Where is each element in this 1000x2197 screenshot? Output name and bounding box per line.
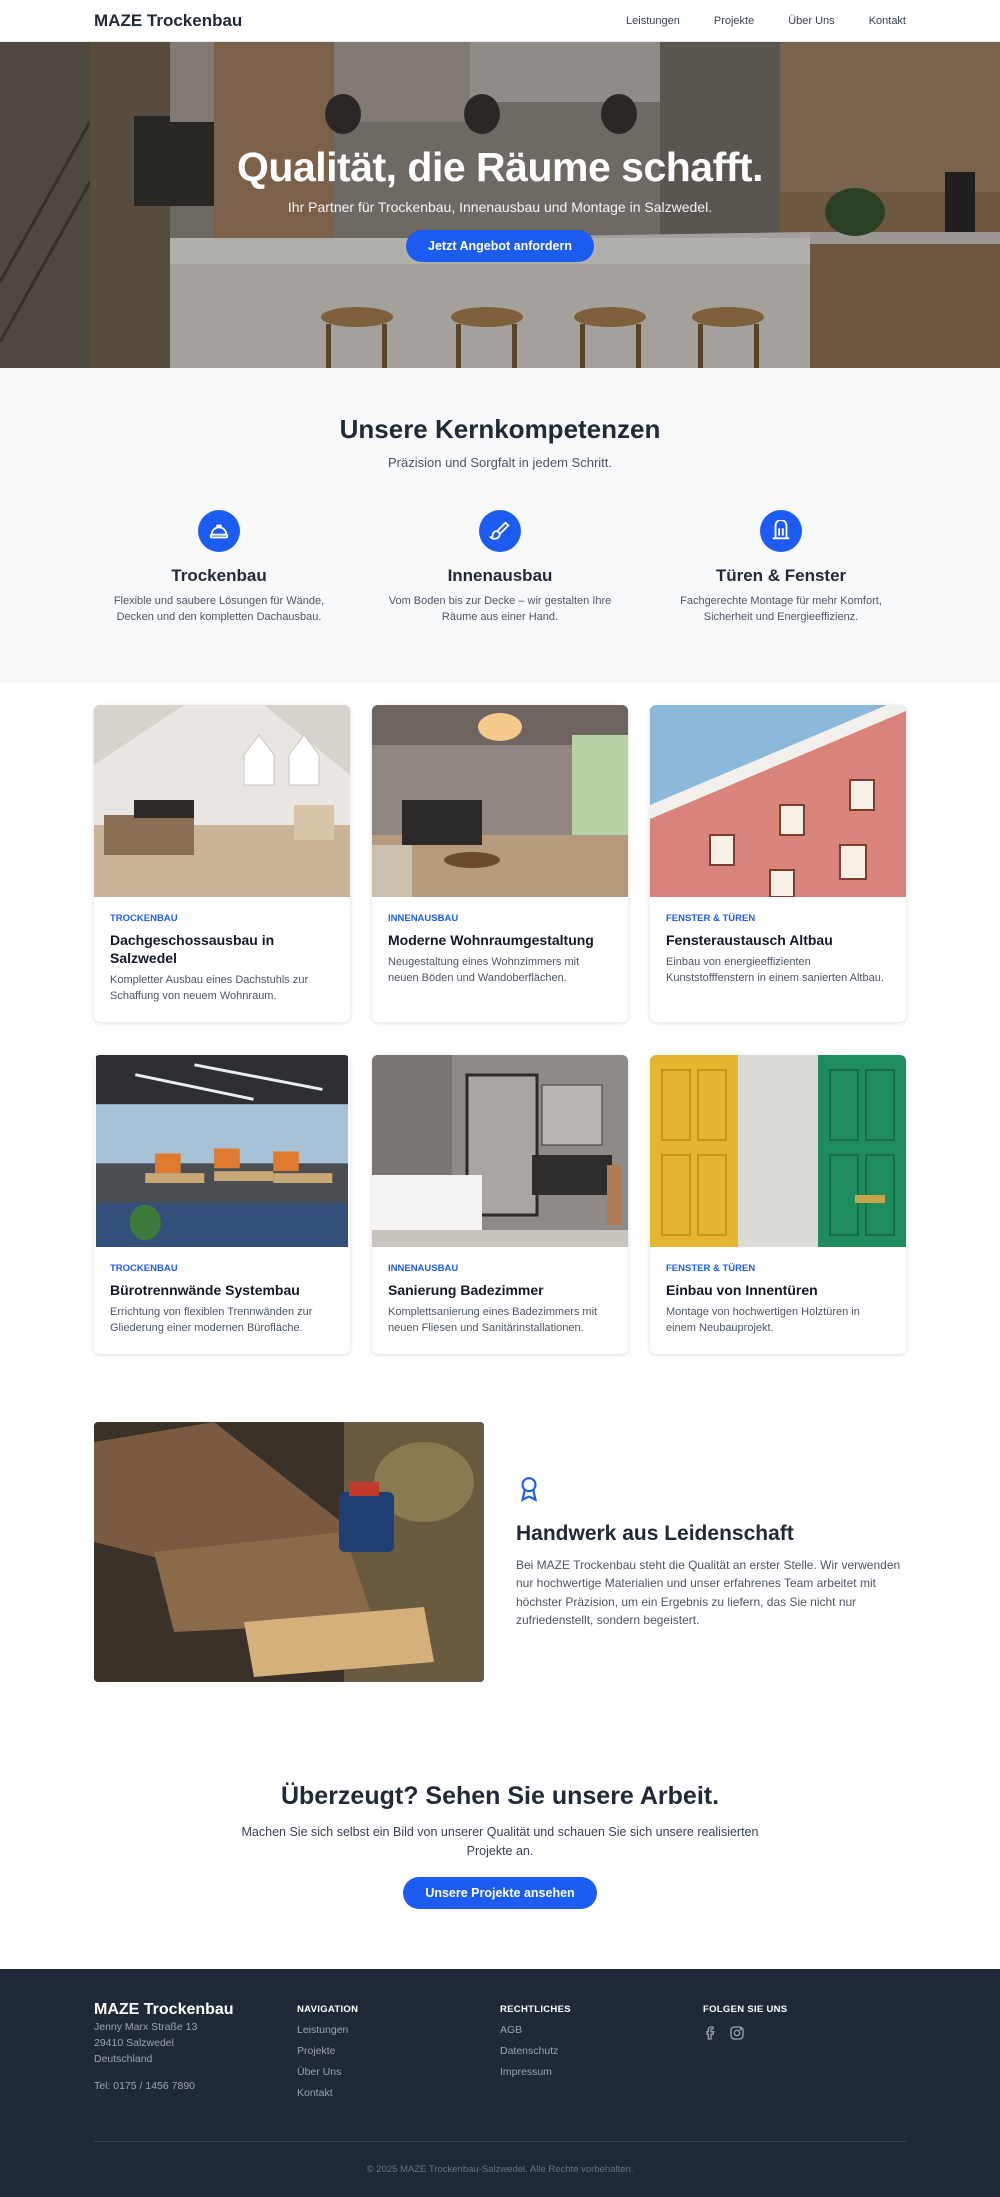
project-tag: Innenausbau: [388, 1263, 459, 1274]
hero-content: Qualität, die Räume schafft. Ihr Partner…: [0, 144, 1000, 262]
project-desc: Komplettsanierung eines Badezimmers mit …: [388, 1306, 598, 1334]
project-desc: Montage von hochwertigen Holztüren in ei…: [666, 1306, 860, 1334]
footer-social-heading: Folgen Sie uns: [703, 2004, 788, 2015]
footer-legal: Rechtliches AGB Datenschutz Impressum: [500, 2001, 703, 2099]
competence-tueren-fenster: Türen & Fenster Fachgerechte Montage für…: [656, 510, 906, 625]
project-title: Bürotrennwände Systembau: [110, 1282, 300, 1298]
project-image-living-room: [372, 705, 628, 897]
passion-text: Handwerk aus Leidenschaft Bei MAZE Trock…: [516, 1475, 906, 1630]
project-title: Einbau von Innentüren: [666, 1282, 818, 1298]
competence-trockenbau: Trockenbau Flexible und saubere Lösungen…: [94, 510, 344, 625]
project-title: Moderne Wohnraumgestaltung: [388, 932, 594, 948]
project-title: Fensteraustausch Altbau: [666, 932, 833, 948]
project-card[interactable]: Innenausbau Sanierung Badezimmer Komplet…: [372, 1055, 628, 1354]
footer-navigation: Navigation Leistungen Projekte Über Uns …: [297, 2001, 500, 2099]
project-card[interactable]: Trockenbau Dachgeschossausbau in Salzwed…: [94, 705, 350, 1022]
project-desc: Errichtung von flexiblen Trennwänden zur…: [110, 1306, 313, 1334]
competence-name: Trockenbau: [171, 566, 267, 585]
competence-name: Türen & Fenster: [715, 566, 847, 585]
footer-nav-heading: Navigation: [297, 2004, 359, 2015]
footer-contact: MAZE Trockenbau Jenny Marx Straße 13 294…: [94, 2001, 297, 2099]
competence-name: Innenausbau: [447, 566, 553, 585]
competences-section: Unsere Kernkompetenzen Präzision und Sor…: [0, 368, 1000, 683]
nav-link-leistungen[interactable]: Leistungen: [626, 15, 680, 27]
project-tag: Innenausbau: [388, 913, 459, 924]
award-ribbon-icon: [516, 1476, 542, 1507]
project-tag: Trockenbau: [110, 913, 178, 924]
project-tag: Fenster & Türen: [666, 913, 756, 924]
project-image-bathroom: [372, 1055, 628, 1247]
passion-section: Handwerk aus Leidenschaft Bei MAZE Trock…: [0, 1387, 1000, 1682]
footer-link-agb[interactable]: AGB: [500, 2024, 703, 2036]
competences-title: Unsere Kernkompetenzen: [339, 414, 661, 444]
nav-link-projekte[interactable]: Projekte: [714, 15, 754, 27]
passion-desc: Bei MAZE Trockenbau steht die Qualität a…: [516, 1557, 901, 1628]
request-quote-button[interactable]: Jetzt Angebot anfordern: [406, 230, 594, 262]
door-icon: [760, 510, 802, 552]
project-image-facade: [650, 705, 906, 897]
project-tag: Fenster & Türen: [666, 1263, 756, 1274]
site-header: MAZE Trockenbau Leistungen Projekte Über…: [0, 0, 1000, 42]
project-card[interactable]: Trockenbau Bürotrennwände Systembau Erri…: [94, 1055, 350, 1354]
instagram-icon[interactable]: [729, 2025, 745, 2046]
footer-link-ueber-uns[interactable]: Über Uns: [297, 2066, 500, 2078]
craftsman-image: [94, 1422, 484, 1682]
passion-title: Handwerk aus Leidenschaft: [516, 1521, 794, 1545]
hero-section: Qualität, die Räume schafft. Ihr Partner…: [0, 42, 1000, 368]
footer-social: Folgen Sie uns: [703, 2001, 906, 2099]
footer-link-leistungen[interactable]: Leistungen: [297, 2024, 500, 2036]
competence-desc: Vom Boden bis zur Decke – wir gestalten …: [388, 595, 612, 623]
project-card[interactable]: Fenster & Türen Einbau von Innentüren Mo…: [650, 1055, 906, 1354]
project-title: Dachgeschossausbau in Salzwedel: [110, 932, 275, 966]
site-footer: MAZE Trockenbau Jenny Marx Straße 13 294…: [0, 1969, 1000, 2197]
view-projects-button[interactable]: Unsere Projekte ansehen: [403, 1877, 597, 1909]
project-image-attic: [94, 705, 350, 897]
hard-hat-icon: [198, 510, 240, 552]
project-title: Sanierung Badezimmer: [388, 1282, 544, 1298]
facebook-icon[interactable]: [703, 2025, 719, 2046]
cta-section: Überzeugt? Sehen Sie unsere Arbeit. Mach…: [0, 1682, 1000, 1969]
footer-legal-heading: Rechtliches: [500, 2004, 571, 2015]
cta-desc: Machen Sie sich selbst ein Bild von unse…: [241, 1825, 759, 1858]
hero-title: Qualität, die Räume schafft.: [237, 144, 763, 190]
paint-brush-icon: [479, 510, 521, 552]
competences-subtitle: Präzision und Sorgfalt in jedem Schritt.: [388, 455, 612, 470]
footer-link-projekte[interactable]: Projekte: [297, 2045, 500, 2057]
footer-link-impressum[interactable]: Impressum: [500, 2066, 703, 2078]
brand-logo[interactable]: MAZE Trockenbau: [94, 11, 242, 31]
footer-brand: MAZE Trockenbau: [94, 2001, 234, 2018]
footer-link-kontakt[interactable]: Kontakt: [297, 2087, 500, 2099]
footer-link-datenschutz[interactable]: Datenschutz: [500, 2045, 703, 2057]
projects-section: Trockenbau Dachgeschossausbau in Salzwed…: [0, 683, 1000, 1354]
competence-innenausbau: Innenausbau Vom Boden bis zur Decke – wi…: [375, 510, 625, 625]
project-card[interactable]: Innenausbau Moderne Wohnraumgestaltung N…: [372, 705, 628, 1022]
footer-copyright: © 2025 MAZE Trockenbau-Salzwedel. Alle R…: [94, 2141, 906, 2175]
project-desc: Einbau von energieeffizienten Kunststoff…: [666, 956, 884, 984]
project-card[interactable]: Fenster & Türen Fensteraustausch Altbau …: [650, 705, 906, 1022]
footer-address-street: Jenny Marx Straße 13: [94, 2021, 198, 2033]
nav-link-ueber-uns[interactable]: Über Uns: [788, 15, 834, 27]
footer-address-country: Deutschland: [94, 2053, 153, 2065]
competence-desc: Flexible und saubere Lösungen für Wände,…: [113, 595, 325, 623]
cta-title: Überzeugt? Sehen Sie unsere Arbeit.: [280, 1782, 720, 1810]
hero-subtitle: Ihr Partner für Trockenbau, Innenausbau …: [287, 199, 713, 215]
project-tag: Trockenbau: [110, 1263, 178, 1274]
nav-link-kontakt[interactable]: Kontakt: [869, 15, 906, 27]
footer-phone: Tel: 0175 / 1456 7890: [94, 2080, 196, 2092]
competence-desc: Fachgerechte Montage für mehr Komfort, S…: [680, 595, 882, 623]
project-desc: Kompletter Ausbau eines Dachstuhls zur S…: [110, 974, 309, 1002]
project-desc: Neugestaltung eines Wohnzimmers mit neue…: [388, 956, 580, 984]
project-image-doors: [650, 1055, 906, 1247]
project-image-office: [95, 1055, 349, 1247]
footer-address-city: 29410 Salzwedel: [94, 2037, 174, 2049]
main-nav: Leistungen Projekte Über Uns Kontakt: [626, 15, 906, 27]
